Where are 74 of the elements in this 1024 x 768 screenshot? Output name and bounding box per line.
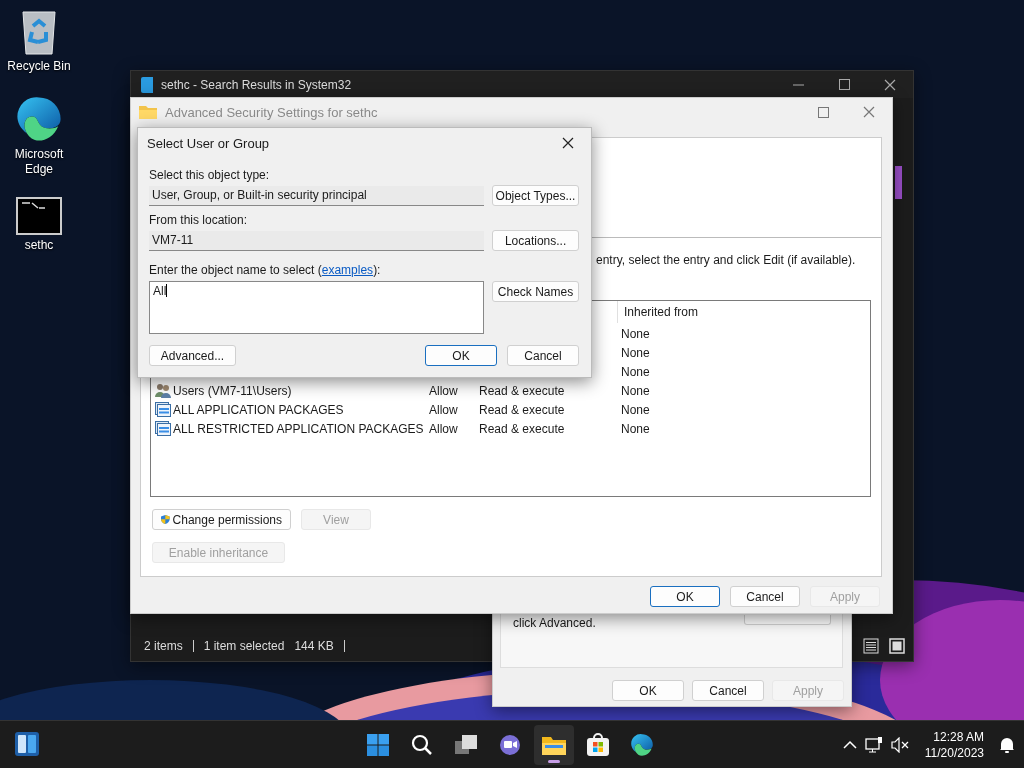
- check-names-button[interactable]: Check Names: [492, 281, 579, 302]
- type-cell: Allow: [429, 402, 458, 417]
- inherited-cell-text: None: [621, 345, 651, 360]
- tiles-view-icon[interactable]: [889, 638, 905, 654]
- users-icon: [155, 383, 171, 398]
- desktop-icon-label[interactable]: sethc: [3, 238, 75, 253]
- advanced-button[interactable]: Advanced...: [149, 345, 236, 366]
- type-cell: Allow: [429, 421, 458, 436]
- chat-icon[interactable]: [498, 733, 522, 756]
- start-icon[interactable]: [366, 732, 390, 757]
- widgets-icon[interactable]: [14, 731, 40, 757]
- access-cell: Read & execute: [479, 421, 565, 436]
- close-icon[interactable]: [884, 78, 896, 91]
- object-types-button[interactable]: Object Types...: [492, 185, 579, 206]
- dialog-button[interactable]: OK: [650, 586, 720, 607]
- maximize-icon[interactable]: [838, 79, 850, 90]
- inherited-cell-text: None: [621, 364, 651, 379]
- inherited-cell-text: None: [621, 383, 651, 398]
- principal-cell: Users (VM7-11\Users): [173, 383, 292, 398]
- locations-button[interactable]: Locations...: [492, 230, 579, 251]
- inherited-cell-text: None: [621, 421, 651, 436]
- notification-bell-icon[interactable]: [998, 735, 1016, 754]
- dialog-button[interactable]: Cancel: [692, 680, 764, 701]
- principal-cell: ALL APPLICATION PACKAGES: [173, 402, 344, 417]
- dialog-title: Select User or Group: [147, 135, 271, 151]
- desktop-icon-label[interactable]: Recycle Bin: [3, 59, 75, 74]
- chevron-up-icon[interactable]: [842, 740, 857, 749]
- edge-icon: [630, 732, 654, 757]
- instruction-text: entry, select the entry and click Edit (if available).: [596, 253, 857, 267]
- access-cell: Read & execute: [479, 383, 565, 398]
- selection-size: 144 KB: [294, 639, 334, 653]
- selection-bar: [895, 166, 902, 199]
- folder-icon: [139, 105, 157, 119]
- minimize-icon[interactable]: [792, 83, 804, 86]
- access-cell: Read & execute: [479, 402, 565, 417]
- maximize-icon[interactable]: [817, 106, 829, 118]
- dialog-button[interactable]: OK: [425, 345, 497, 366]
- package-icon: [155, 421, 171, 436]
- shield-icon: [161, 512, 170, 527]
- examples-link[interactable]: examples: [321, 263, 374, 277]
- dialog-button[interactable]: OK: [612, 680, 684, 701]
- window-title: Advanced Security Settings for sethc: [165, 104, 379, 120]
- inherited-cell-text: None: [621, 326, 651, 341]
- location-field: VM7-11: [149, 230, 485, 251]
- dialog-button[interactable]: Cancel: [730, 586, 800, 607]
- clock-date[interactable]: 11/20/2023: [924, 744, 984, 761]
- search-icon[interactable]: [411, 733, 433, 756]
- principal-cell: ALL RESTRICTED APPLICATION PACKAGES: [173, 421, 424, 436]
- item-count: 2 items: [144, 639, 183, 653]
- close-icon[interactable]: [562, 137, 574, 149]
- type-cell: Allow: [429, 383, 458, 398]
- instruction-text: click Advanced.: [513, 616, 596, 630]
- details-view-icon[interactable]: [863, 638, 879, 654]
- window-title: sethc - Search Results in System32: [161, 77, 353, 92]
- desktop-icon-label[interactable]: Microsoft Edge: [3, 147, 75, 177]
- console-icon: [16, 197, 62, 235]
- dialog-button[interactable]: Cancel: [507, 345, 579, 366]
- field-label: Select this object type:: [149, 168, 271, 182]
- change-permissions-button[interactable]: Change permissions: [152, 509, 291, 530]
- field-label: Enter the object name to select (examples):: [149, 263, 382, 277]
- edge-icon: [15, 95, 63, 143]
- store-icon[interactable]: [586, 732, 610, 757]
- selection-status: 1 item selected: [203, 639, 285, 653]
- clock-time[interactable]: 12:28 AM: [933, 728, 984, 745]
- network-icon[interactable]: [864, 736, 883, 753]
- object-type-field: User, Group, or Built-in security principal: [149, 185, 484, 206]
- file-icon: [141, 76, 153, 93]
- field-label: From this location:: [149, 213, 249, 227]
- object-name-field[interactable]: All: [149, 281, 484, 334]
- inherited-cell-text: None: [621, 402, 651, 417]
- column-header[interactable]: Inherited from: [617, 301, 870, 323]
- muted-speaker-icon[interactable]: [890, 736, 909, 753]
- task-view-icon[interactable]: [454, 733, 478, 756]
- package-icon: [155, 402, 171, 417]
